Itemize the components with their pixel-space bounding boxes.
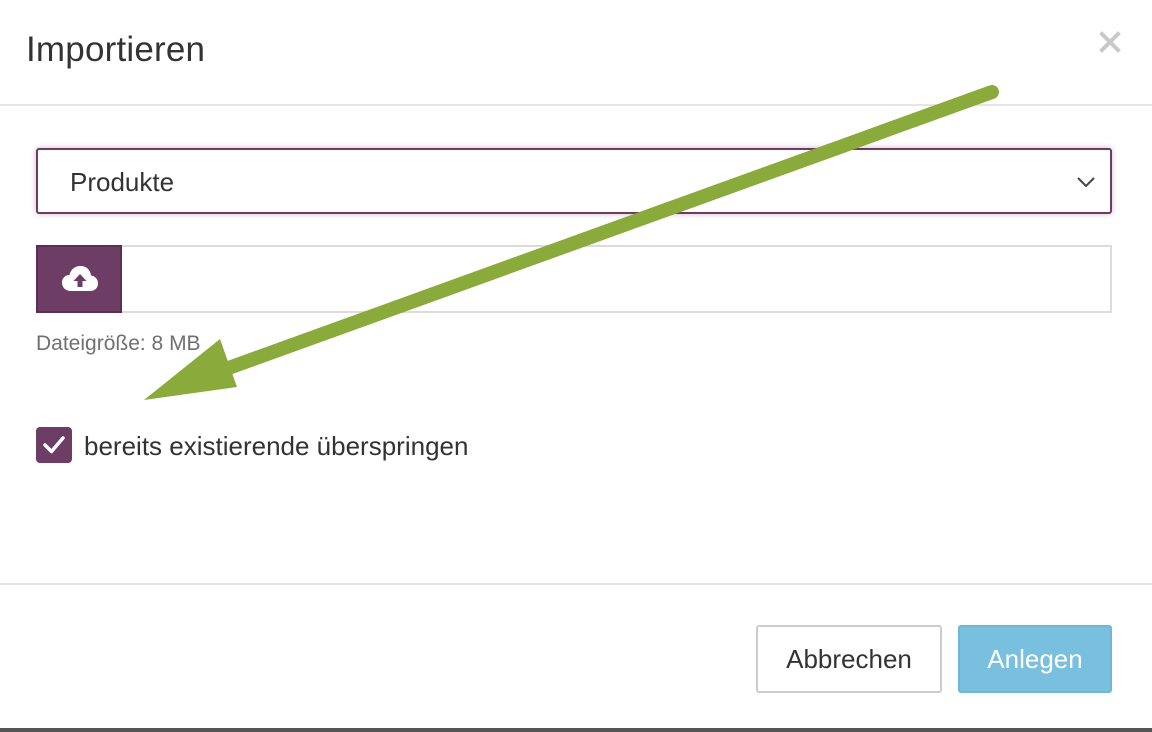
close-icon	[1099, 31, 1121, 53]
chevron-down-icon	[1077, 177, 1095, 188]
import-type-selected-value: Produkte	[70, 167, 175, 197]
file-path-field[interactable]	[122, 247, 1110, 311]
close-button[interactable]	[1094, 26, 1126, 58]
file-size-hint: Dateigröße: 8 MB	[36, 332, 201, 355]
dialog-header: Importieren	[0, 0, 1152, 106]
checkmark-icon	[43, 436, 65, 454]
import-type-select[interactable]: Produkte	[36, 148, 1112, 214]
import-dialog: Importieren Produkte Dateigröße: 8 MB be…	[0, 0, 1152, 732]
skip-existing-checkbox[interactable]	[36, 427, 72, 463]
cancel-button[interactable]: Abbrechen	[756, 625, 942, 693]
window-bottom-border	[0, 728, 1152, 732]
dialog-footer: Abbrechen Anlegen	[0, 583, 1152, 732]
upload-button[interactable]	[36, 245, 122, 313]
dialog-title: Importieren	[26, 30, 206, 69]
cloud-upload-icon	[62, 266, 98, 291]
skip-existing-label[interactable]: bereits existierende überspringen	[84, 431, 468, 462]
file-upload-group	[36, 245, 1112, 313]
create-button[interactable]: Anlegen	[958, 625, 1112, 693]
